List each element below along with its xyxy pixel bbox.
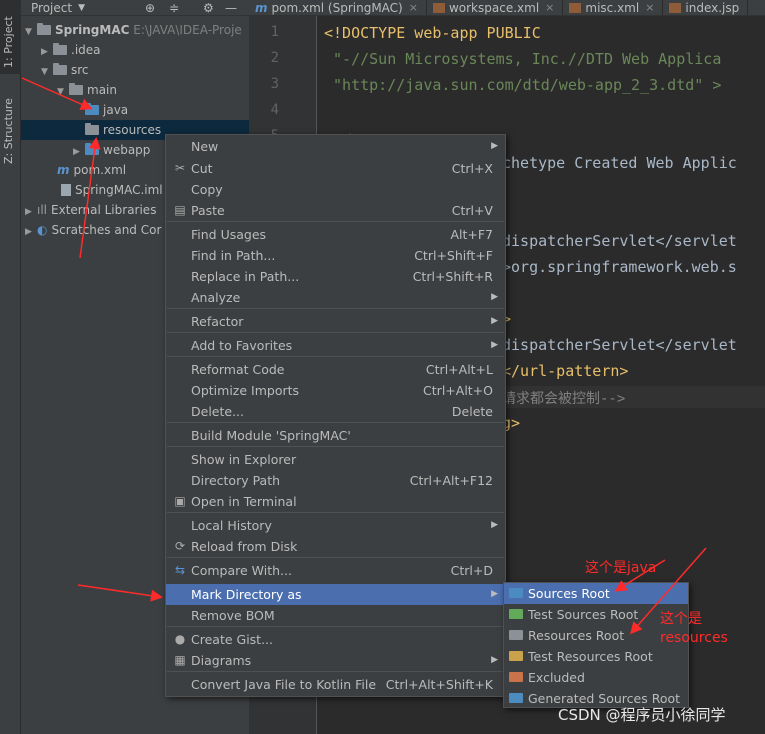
arrow-to-resources — [79, 137, 101, 259]
watermark: CSDN @程序员小徐同学 — [558, 706, 726, 724]
arrow-to-resources-root — [630, 547, 707, 635]
annotation-arrows — [21, 77, 707, 635]
arrow-to-mark-directory — [77, 584, 163, 602]
arrow-to-java — [21, 77, 93, 110]
arrow-to-sources-root — [614, 559, 666, 592]
